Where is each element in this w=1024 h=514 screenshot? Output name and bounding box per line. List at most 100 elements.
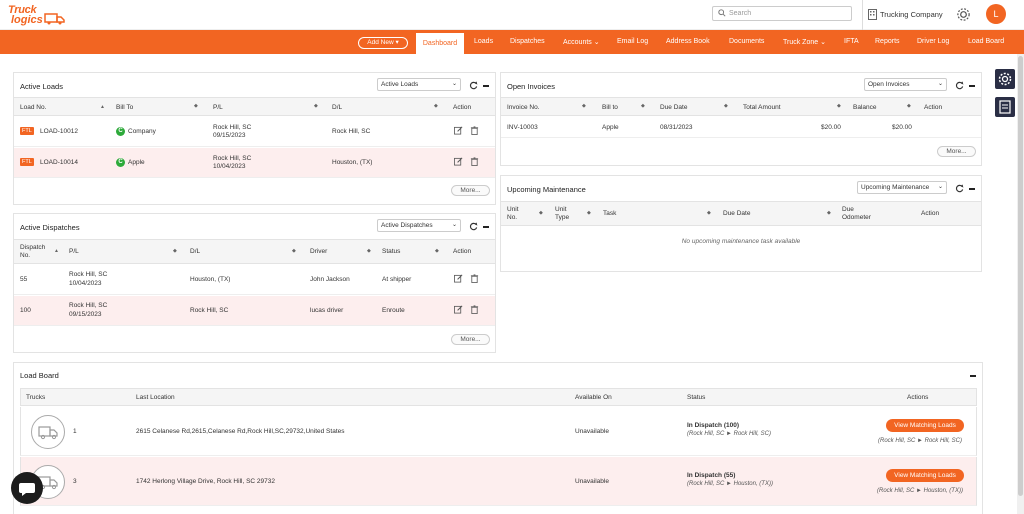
company-selector[interactable]: Trucking Company bbox=[862, 0, 946, 30]
more-button[interactable]: More... bbox=[451, 185, 490, 196]
refresh-icon[interactable] bbox=[955, 81, 964, 90]
refresh-icon[interactable] bbox=[955, 184, 964, 193]
refresh-icon[interactable] bbox=[469, 222, 478, 231]
nav-item-ifta[interactable]: IFTA bbox=[844, 38, 859, 45]
more-button[interactable]: More... bbox=[451, 334, 490, 345]
truck-logics-logo[interactable]: Truck logics bbox=[8, 4, 65, 26]
settings-side-button[interactable] bbox=[995, 69, 1015, 89]
column-header[interactable]: Load No. bbox=[20, 104, 46, 111]
column-header[interactable]: Bill To bbox=[116, 104, 133, 111]
column-header[interactable]: Task bbox=[603, 210, 616, 217]
collapse-icon[interactable] bbox=[969, 85, 975, 87]
load-number[interactable]: LOAD-10014 bbox=[40, 158, 78, 167]
column-header[interactable]: Dispatch bbox=[20, 244, 45, 251]
collapse-icon[interactable] bbox=[483, 226, 489, 228]
column-header[interactable]: D/L bbox=[332, 104, 342, 111]
table-row[interactable]: FTL LOAD-10012 C Company Rock Hill, SC 0… bbox=[14, 117, 495, 147]
active-dispatches-panel: Active Dispatches Active Dispatches ⌄ Dis… bbox=[13, 213, 496, 353]
column-header[interactable]: Unit bbox=[555, 206, 567, 213]
column-header[interactable]: Driver bbox=[310, 248, 327, 255]
collapse-icon[interactable] bbox=[970, 375, 976, 377]
nav-item-truck-zone[interactable]: Truck Zone ⌄ bbox=[783, 38, 826, 46]
nav-item-address-book[interactable]: Address Book bbox=[666, 38, 710, 45]
page-scrollbar[interactable] bbox=[1017, 54, 1024, 514]
view-matching-loads-button[interactable]: View Matching Loads bbox=[886, 419, 964, 432]
nav-item-load-board[interactable]: Load Board bbox=[968, 38, 1004, 45]
sort-icon[interactable]: ◆ bbox=[587, 210, 591, 216]
search-input[interactable]: Search bbox=[712, 6, 852, 21]
collapse-icon[interactable] bbox=[483, 85, 489, 87]
sort-icon[interactable]: ◆ bbox=[434, 103, 438, 109]
sort-up-icon[interactable]: ▲ bbox=[100, 104, 105, 110]
table-row[interactable]: FTL LOAD-10014 C Apple Rock Hill, SC 10/… bbox=[14, 148, 495, 178]
table-row[interactable]: INV-10003 Apple 08/31/2023 $20.00 $20.00 bbox=[501, 117, 981, 138]
sort-icon[interactable]: ◆ bbox=[314, 103, 318, 109]
column-header[interactable]: Due Date bbox=[660, 104, 687, 111]
table-row[interactable]: 55 Rock Hill, SC 10/04/2023 Houston, (TX… bbox=[14, 265, 495, 295]
nav-item-reports[interactable]: Reports bbox=[875, 38, 900, 45]
sort-icon[interactable]: ◆ bbox=[907, 103, 911, 109]
sort-icon[interactable]: ◆ bbox=[582, 103, 586, 109]
active-dispatches-select[interactable]: Active Dispatches ⌄ bbox=[377, 219, 461, 232]
add-new-button[interactable]: Add New ▾ bbox=[358, 37, 408, 49]
nav-item-dispatches[interactable]: Dispatches bbox=[510, 38, 545, 45]
collapse-icon[interactable] bbox=[969, 188, 975, 190]
nav-item-driver-log[interactable]: Driver Log bbox=[917, 38, 949, 45]
nav-item-loads[interactable]: Loads bbox=[474, 38, 493, 45]
table-row[interactable]: 3 1742 Herlong Village Drive, Rock Hill,… bbox=[20, 457, 977, 506]
column-header[interactable]: Invoice No. bbox=[507, 104, 540, 111]
sort-icon[interactable]: ◆ bbox=[707, 210, 711, 216]
column-header[interactable]: Balance bbox=[853, 104, 877, 111]
sort-up-icon[interactable]: ▲ bbox=[54, 248, 59, 254]
sort-icon[interactable]: ◆ bbox=[724, 103, 728, 109]
column-header[interactable]: D/L bbox=[190, 248, 200, 255]
nav-item-documents[interactable]: Documents bbox=[729, 38, 764, 45]
sort-icon[interactable]: ◆ bbox=[173, 248, 177, 254]
sort-icon[interactable]: ◆ bbox=[539, 210, 543, 216]
view-matching-loads-button[interactable]: View Matching Loads bbox=[886, 469, 964, 482]
avatar[interactable]: L bbox=[986, 4, 1006, 24]
edit-icon[interactable] bbox=[454, 305, 463, 314]
column-header[interactable]: P/L bbox=[69, 248, 79, 255]
sort-icon[interactable]: ◆ bbox=[194, 103, 198, 109]
open-invoices-select[interactable]: Open Invoices ⌄ bbox=[864, 78, 947, 91]
dispatch-number[interactable]: 55 bbox=[20, 275, 27, 284]
edit-icon[interactable] bbox=[454, 157, 463, 166]
column-header[interactable]: Total Amount bbox=[743, 104, 781, 111]
dispatch-number[interactable]: 100 bbox=[20, 306, 31, 315]
active-loads-select[interactable]: Active Loads ⌄ bbox=[377, 78, 461, 91]
nav-item-accounts[interactable]: Accounts ⌄ bbox=[563, 38, 600, 46]
trash-icon[interactable] bbox=[470, 126, 479, 135]
nav-item-email-log[interactable]: Email Log bbox=[617, 38, 648, 45]
more-button[interactable]: More... bbox=[937, 146, 976, 157]
column-header[interactable]: Due Date bbox=[723, 210, 750, 217]
column-header[interactable]: Bill to bbox=[602, 104, 618, 111]
nav-item-dashboard[interactable]: Dashboard bbox=[416, 33, 464, 54]
active-loads-panel: Active Loads Active Loads ⌄ Load No. ▲ Bi… bbox=[13, 72, 496, 205]
column-header[interactable]: Unit bbox=[507, 206, 519, 213]
edit-icon[interactable] bbox=[454, 126, 463, 135]
upcoming-maintenance-select[interactable]: Upcoming Maintenance ⌄ bbox=[857, 181, 947, 194]
sort-icon[interactable]: ◆ bbox=[827, 210, 831, 216]
table-row[interactable]: 100 Rock Hill, SC 09/15/2023 Rock Hill, … bbox=[14, 296, 495, 326]
scrollbar-thumb[interactable] bbox=[1018, 56, 1023, 496]
trash-icon[interactable] bbox=[470, 274, 479, 283]
invoice-number[interactable]: INV-10003 bbox=[507, 123, 538, 132]
gear-icon[interactable] bbox=[956, 7, 971, 22]
sort-icon[interactable]: ◆ bbox=[837, 103, 841, 109]
column-header[interactable]: Due bbox=[842, 206, 854, 213]
column-header[interactable]: P/L bbox=[213, 104, 223, 111]
edit-icon[interactable] bbox=[454, 274, 463, 283]
table-row[interactable]: 1 2615 Celanese Rd,2615,Celanese Rd,Rock… bbox=[20, 407, 977, 456]
notes-side-button[interactable] bbox=[995, 97, 1015, 117]
load-number[interactable]: LOAD-10012 bbox=[40, 127, 78, 136]
chat-button[interactable] bbox=[11, 472, 43, 504]
sort-icon[interactable]: ◆ bbox=[292, 248, 296, 254]
trash-icon[interactable] bbox=[470, 157, 479, 166]
refresh-icon[interactable] bbox=[469, 81, 478, 90]
trash-icon[interactable] bbox=[470, 305, 479, 314]
sort-icon[interactable]: ◆ bbox=[641, 103, 645, 109]
sort-icon[interactable]: ◆ bbox=[435, 248, 439, 254]
sort-icon[interactable]: ◆ bbox=[367, 248, 371, 254]
column-header[interactable]: Status bbox=[382, 248, 400, 255]
